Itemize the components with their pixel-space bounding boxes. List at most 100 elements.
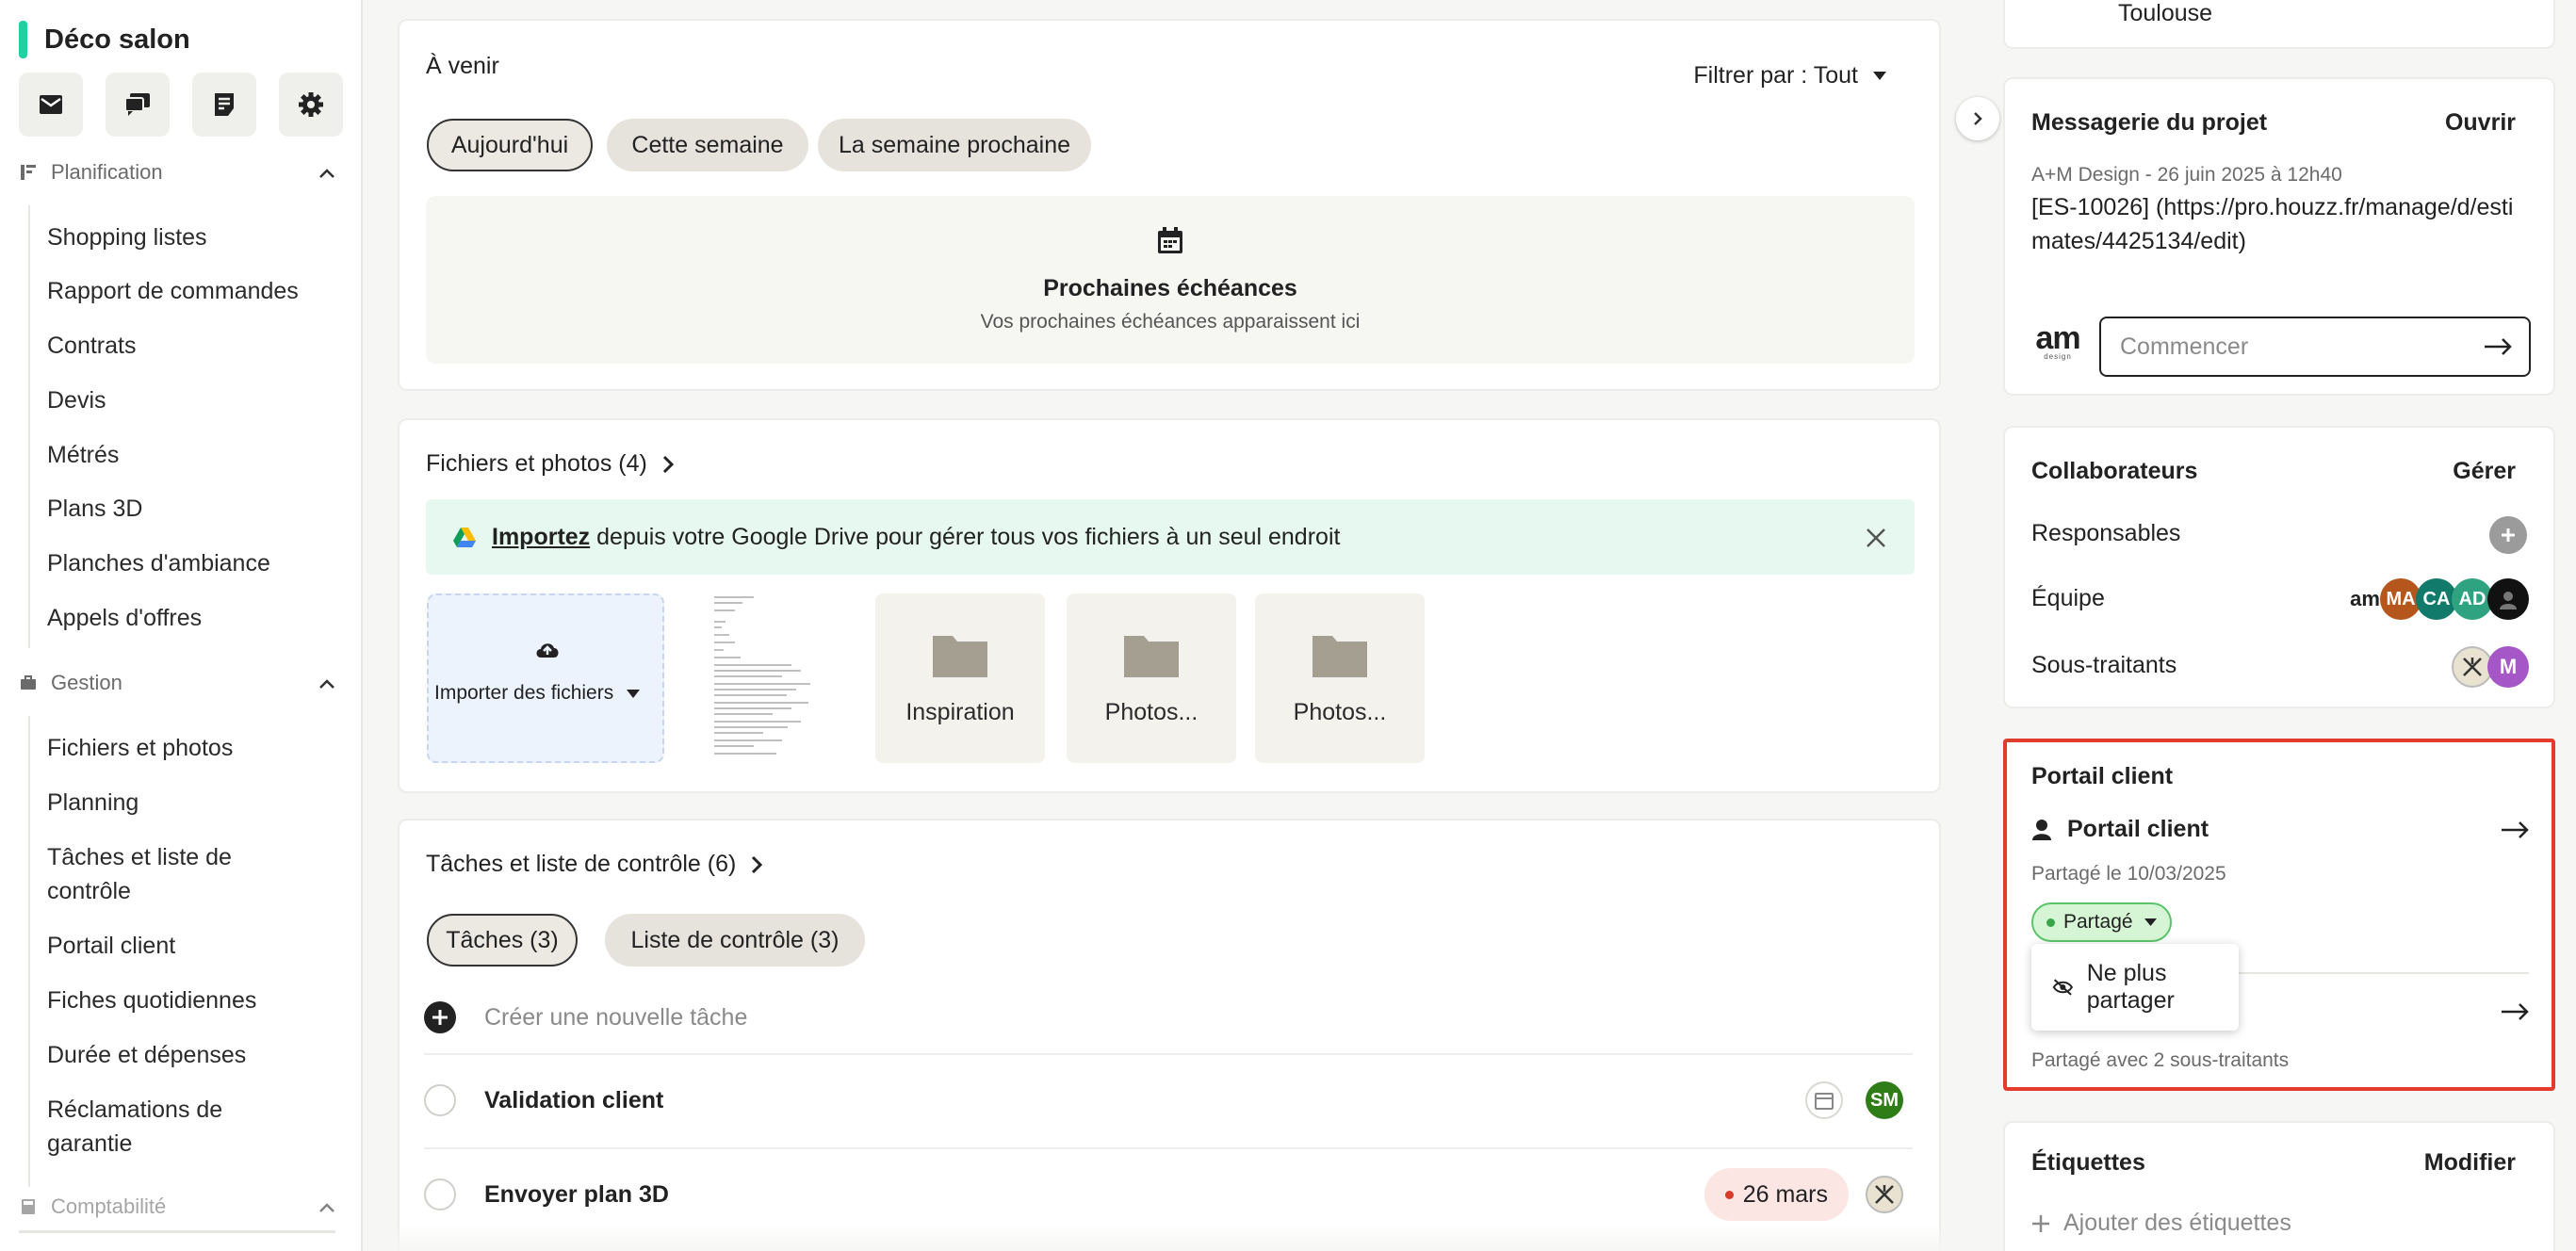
folder-inspiration[interactable]: Inspiration	[875, 593, 1045, 763]
sidebar-item-appels-offres[interactable]: Appels d'offres	[30, 601, 202, 635]
message-input[interactable]: Commencer	[2099, 317, 2531, 377]
messaging-open-link[interactable]: Ouvrir	[2445, 109, 2516, 137]
message-input-placeholder: Commencer	[2120, 333, 2249, 360]
project-header[interactable]: Déco salon	[19, 21, 190, 58]
import-drive-link[interactable]: Importez	[492, 524, 590, 551]
task-name[interactable]: Envoyer plan 3D	[484, 1181, 669, 1209]
person-photo-icon	[2500, 592, 2517, 609]
chevron-up-icon[interactable]	[318, 671, 335, 695]
panel-toggle-button[interactable]	[1956, 97, 1999, 140]
nav-list-gestion: Fichiers et photos Planning Tâches et li…	[28, 716, 335, 1187]
add-responsible-button[interactable]	[2489, 516, 2527, 554]
row-equipe: Équipe	[2031, 585, 2105, 611]
sidebar-item-portail-client[interactable]: Portail client	[30, 929, 175, 963]
company-logo: am design	[2031, 322, 2084, 361]
task-name[interactable]: Validation client	[484, 1087, 663, 1114]
mail-button[interactable]	[19, 73, 83, 137]
plus-circle-icon[interactable]	[424, 1001, 456, 1033]
sidebar-item-planning[interactable]: Planning	[30, 786, 139, 820]
sidebar-toolbar	[19, 73, 343, 137]
notes-button[interactable]	[192, 73, 256, 137]
sidebar-item-taches[interactable]: Tâches et liste de contrôle	[30, 840, 313, 908]
plus-icon	[2502, 528, 2515, 542]
pill-tasks[interactable]: Tâches (3)	[427, 914, 578, 967]
tools-logo-icon	[1875, 1185, 1894, 1204]
folder-label: Inspiration	[905, 698, 1015, 725]
caret-down-icon	[1873, 72, 1886, 80]
sidebar-item-shopping-listes[interactable]: Shopping listes	[30, 220, 207, 254]
settings-button[interactable]	[279, 73, 343, 137]
sidebar-item-planches-ambiance[interactable]: Planches d'ambiance	[30, 546, 270, 580]
chevron-right-icon	[1974, 112, 1982, 125]
section-comptabilite[interactable]: Comptabilité	[19, 1190, 335, 1224]
close-icon[interactable]	[1866, 528, 1886, 548]
task-checkbox[interactable]	[424, 1178, 456, 1210]
chevron-up-icon[interactable]	[318, 1194, 335, 1219]
client-portal-card: Portail client Portail client Partagé le…	[2003, 739, 2555, 1091]
subcontractor-avatars[interactable]: M	[2452, 646, 2529, 688]
filter-dropdown[interactable]: Filtrer par : Tout	[1693, 62, 1886, 89]
task-date-button[interactable]	[1805, 1081, 1843, 1119]
folder-photos-1[interactable]: Photos...	[1067, 593, 1236, 763]
share-status-dropdown[interactable]: Partagé	[2031, 902, 2172, 942]
add-labels-button[interactable]: Ajouter des étiquettes	[2031, 1210, 2291, 1237]
sidebar-item-rapport-commandes[interactable]: Rapport de commandes	[30, 274, 299, 308]
chat-button[interactable]	[106, 73, 170, 137]
folder-icon	[1312, 635, 1367, 677]
google-drive-icon	[453, 527, 476, 547]
shared-with-text: Partagé avec 2 sous-traitants	[2031, 1049, 2290, 1071]
sidebar-item-devis[interactable]: Devis	[30, 383, 106, 417]
files-header-link[interactable]: Fichiers et photos (4)	[426, 450, 674, 478]
new-task-input[interactable]: Créer une nouvelle tâche	[484, 1004, 747, 1032]
message-text: [ES-10026] (https://pro.houzz.fr/manage/…	[2031, 194, 2514, 254]
sidebar-item-fichiers-photos[interactable]: Fichiers et photos	[30, 731, 233, 765]
sidebar-item-plans-3d[interactable]: Plans 3D	[30, 492, 142, 526]
sidebar-item-metres[interactable]: Métrés	[30, 438, 119, 472]
chevron-up-icon[interactable]	[318, 160, 335, 185]
sidebar-item-reclamations[interactable]: Réclamations de garantie	[30, 1093, 313, 1161]
pill-today[interactable]: Aujourd'hui	[427, 119, 593, 171]
portal-link-row[interactable]: Portail client	[2031, 816, 2529, 843]
collaborators-title: Collaborateurs	[2031, 458, 2198, 484]
arrow-right-icon[interactable]	[2484, 338, 2512, 355]
sidebar-item-contrats[interactable]: Contrats	[30, 329, 136, 363]
import-files-button[interactable]: Importer des fichiers	[434, 682, 641, 705]
task-checkbox[interactable]	[424, 1084, 456, 1116]
status-dot-icon	[2046, 918, 2055, 927]
tasks-header-link[interactable]: Tâches et liste de contrôle (6)	[426, 851, 763, 878]
labels-edit-link[interactable]: Modifier	[2424, 1149, 2516, 1177]
filter-label: Filtrer par : Tout	[1693, 62, 1858, 89]
files-title: Fichiers et photos (4)	[426, 450, 647, 477]
tasks-title: Tâches et liste de contrôle (6)	[426, 851, 737, 877]
arrow-right-icon[interactable]	[2501, 1003, 2529, 1020]
pill-next-week[interactable]: La semaine prochaine	[818, 119, 1091, 171]
folder-photos-2[interactable]: Photos...	[1255, 593, 1425, 763]
messaging-card: Messagerie du projet Ouvrir A+M Design -…	[2003, 77, 2555, 396]
import-files-dropzone[interactable]: Importer des fichiers	[427, 593, 664, 763]
sidebar-item-fiches-quotidiennes[interactable]: Fiches quotidiennes	[30, 983, 256, 1017]
mail-icon	[40, 95, 62, 114]
document-thumbnail[interactable]	[697, 593, 839, 763]
avatar[interactable]	[1866, 1176, 1903, 1213]
team-avatars[interactable]: am MA CA AD	[2344, 578, 2529, 620]
arrow-right-icon[interactable]	[2501, 820, 2529, 838]
row-sous-traitants: Sous-traitants	[2031, 652, 2177, 678]
menu-item-label: Ne plus partager	[2086, 960, 2175, 1014]
banner-text: depuis votre Google Drive pour gérer tou…	[590, 523, 1341, 550]
task-row[interactable]: Validation client SM	[424, 1053, 1913, 1145]
task-due-date-badge[interactable]: 26 mars	[1704, 1168, 1849, 1221]
pill-this-week[interactable]: Cette semaine	[607, 119, 808, 171]
collaborators-manage-link[interactable]: Gérer	[2453, 458, 2516, 485]
folder-label: Photos...	[1104, 698, 1198, 725]
avatar[interactable]: SM	[1866, 1081, 1903, 1119]
pill-checklist[interactable]: Liste de contrôle (3)	[605, 914, 865, 967]
menu-item-unshare[interactable]: Ne plus partager	[2031, 960, 2239, 1015]
new-task-row[interactable]: Créer une nouvelle tâche	[424, 999, 1913, 1036]
section-gestion[interactable]: Gestion	[19, 666, 335, 700]
calendar-icon	[1815, 1093, 1834, 1110]
chat-icon	[124, 93, 150, 116]
avatar: M	[2487, 646, 2529, 688]
section-planification[interactable]: Planification	[19, 155, 335, 189]
sidebar-item-duree-depenses[interactable]: Durée et dépenses	[30, 1038, 246, 1072]
empty-subtitle: Vos prochaines échéances apparaissent ic…	[980, 311, 1361, 333]
